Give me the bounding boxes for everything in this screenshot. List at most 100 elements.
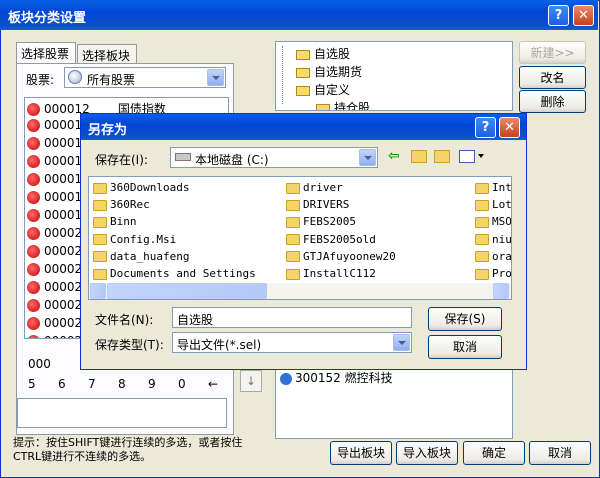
save-in-combo[interactable]: 本地磁盘 (C:) — [170, 147, 378, 168]
filetype-combo[interactable]: 导出文件(*.sel) — [172, 332, 412, 353]
filename-input[interactable]: 自选股 — [172, 307, 412, 328]
export-block-button[interactable]: 导出板块 — [330, 441, 392, 465]
save-as-close-button[interactable]: ✕ — [499, 117, 520, 138]
main-help-button[interactable]: ? — [548, 5, 569, 26]
folder-icon — [475, 234, 489, 246]
file-item[interactable]: ora — [475, 250, 511, 267]
main-close-button[interactable]: ✕ — [573, 5, 594, 26]
stock-code-input[interactable] — [17, 398, 227, 428]
file-item[interactable]: Documents and Settings — [93, 267, 256, 284]
chevron-down-icon[interactable] — [359, 149, 376, 166]
new-block-button[interactable]: 新建>> — [519, 41, 586, 64]
block-icon — [316, 103, 330, 110]
back-icon[interactable]: ⇦ — [388, 148, 400, 164]
horizontal-scrollbar[interactable] — [89, 283, 511, 299]
tab-select-blocks[interactable]: 选择板块 — [77, 44, 137, 64]
keypad-key[interactable]: 7 — [88, 377, 96, 391]
file-name: GTJAfuyoonew20 — [303, 249, 396, 263]
file-name: Int — [492, 181, 512, 194]
stock-icon — [280, 372, 292, 385]
file-item[interactable]: FEBS2005 — [286, 215, 356, 232]
stock-icon — [27, 281, 40, 294]
file-item[interactable]: Pro — [475, 267, 511, 284]
file-item[interactable]: DRIVERS — [286, 198, 349, 215]
folder-icon — [286, 216, 300, 228]
filetype-label: 保存类型(T): — [95, 338, 164, 352]
stock-icon — [27, 335, 40, 338]
tree-item[interactable]: 自选期货 — [284, 63, 504, 81]
save-as-title: 另存为 — [88, 123, 128, 138]
delete-button[interactable]: 删除 — [519, 90, 586, 113]
stock-category-combo[interactable]: 所有股票 — [64, 67, 226, 88]
folder-icon — [286, 182, 300, 194]
tree-item[interactable]: 自定义 — [284, 81, 504, 99]
keypad-key[interactable]: ← — [208, 377, 218, 391]
file-item[interactable]: 360Rec — [93, 198, 150, 215]
file-item[interactable]: Config.Msi — [93, 233, 176, 250]
save-as-help-button[interactable]: ? — [475, 117, 496, 138]
folder-icon — [93, 199, 107, 211]
folder-icon — [93, 182, 107, 194]
folder-icon — [475, 182, 489, 194]
cancel-button[interactable]: 取消 — [529, 441, 591, 465]
tree-item-label: 自选期货 — [314, 65, 363, 79]
save-button[interactable]: 保存(S) — [428, 307, 502, 331]
file-item[interactable]: Binn — [93, 215, 137, 232]
up-folder-icon[interactable] — [411, 150, 427, 163]
tab-select-stocks[interactable]: 选择股票 — [16, 42, 76, 64]
folder-icon — [286, 234, 300, 246]
scroll-thumb[interactable] — [107, 283, 267, 299]
folder-icon — [93, 251, 107, 263]
folder-icon — [475, 251, 489, 263]
chevron-down-icon[interactable] — [393, 334, 410, 351]
file-name: 360Rec — [110, 198, 150, 212]
new-folder-icon[interactable] — [434, 150, 450, 163]
file-list[interactable]: 360Downloads driver Int 360Rec DRIVERS Lot Bin… — [88, 176, 512, 300]
stock-icon — [27, 155, 40, 168]
file-item[interactable]: InstallC112 — [286, 267, 376, 284]
rename-button[interactable]: 改名 — [519, 66, 586, 89]
keypad-key[interactable]: 5 — [28, 377, 36, 391]
file-item[interactable]: 360Downloads — [93, 181, 189, 198]
block-icon — [296, 49, 310, 60]
arrow-down-icon[interactable]: ↓ — [240, 370, 262, 392]
file-item[interactable]: data_huafeng — [93, 250, 189, 267]
view-menu-icon[interactable] — [459, 150, 475, 163]
file-name: driver — [303, 181, 343, 194]
file-item[interactable]: niu — [475, 232, 512, 250]
file-item[interactable]: GTJAfuyoonew20 — [286, 250, 396, 267]
main-titlebar[interactable] — [0, 0, 598, 30]
file-item[interactable]: MSO — [475, 215, 511, 232]
keypad-row: 5 6 7 8 9 0 ← — [24, 377, 224, 393]
block-stock-row[interactable]: 300152 燃控科技 — [280, 369, 480, 386]
chevron-down-icon[interactable] — [207, 69, 224, 86]
tree-item-label: 持仓股 — [334, 101, 371, 111]
stock-icon — [27, 245, 40, 258]
globe-icon — [68, 70, 82, 84]
folder-icon — [475, 268, 489, 280]
file-item[interactable]: FEBS2005old — [286, 233, 376, 250]
import-block-button[interactable]: 导入板块 — [396, 441, 458, 465]
block-icon — [296, 67, 310, 78]
keypad-key[interactable]: 0 — [178, 377, 186, 391]
keypad-key[interactable]: 8 — [118, 377, 126, 391]
block-tree[interactable]: 自选股自选期货自定义持仓股 — [275, 41, 513, 111]
scroll-left-icon[interactable] — [90, 283, 106, 299]
keypad-key[interactable]: 9 — [148, 377, 156, 391]
keypad-key-000[interactable]: 000 — [28, 357, 51, 371]
folder-icon — [93, 216, 107, 228]
stock-icon — [27, 299, 40, 312]
save-as-cancel-button[interactable]: 取消 — [428, 335, 502, 359]
file-item[interactable]: driver — [286, 181, 343, 198]
ok-button[interactable]: 确定 — [463, 441, 525, 465]
keypad-key[interactable]: 6 — [58, 377, 66, 391]
tree-item[interactable]: 持仓股 — [284, 99, 504, 111]
file-name: 360Downloads — [110, 181, 190, 194]
file-item[interactable]: Lot — [475, 198, 511, 215]
file-name: niu — [492, 232, 512, 246]
view-dropdown-icon[interactable] — [478, 154, 484, 158]
scroll-right-icon[interactable] — [493, 283, 509, 299]
file-item[interactable]: Int — [475, 181, 512, 198]
save-as-titlebar[interactable] — [81, 114, 526, 140]
tree-item[interactable]: 自选股 — [284, 45, 504, 63]
